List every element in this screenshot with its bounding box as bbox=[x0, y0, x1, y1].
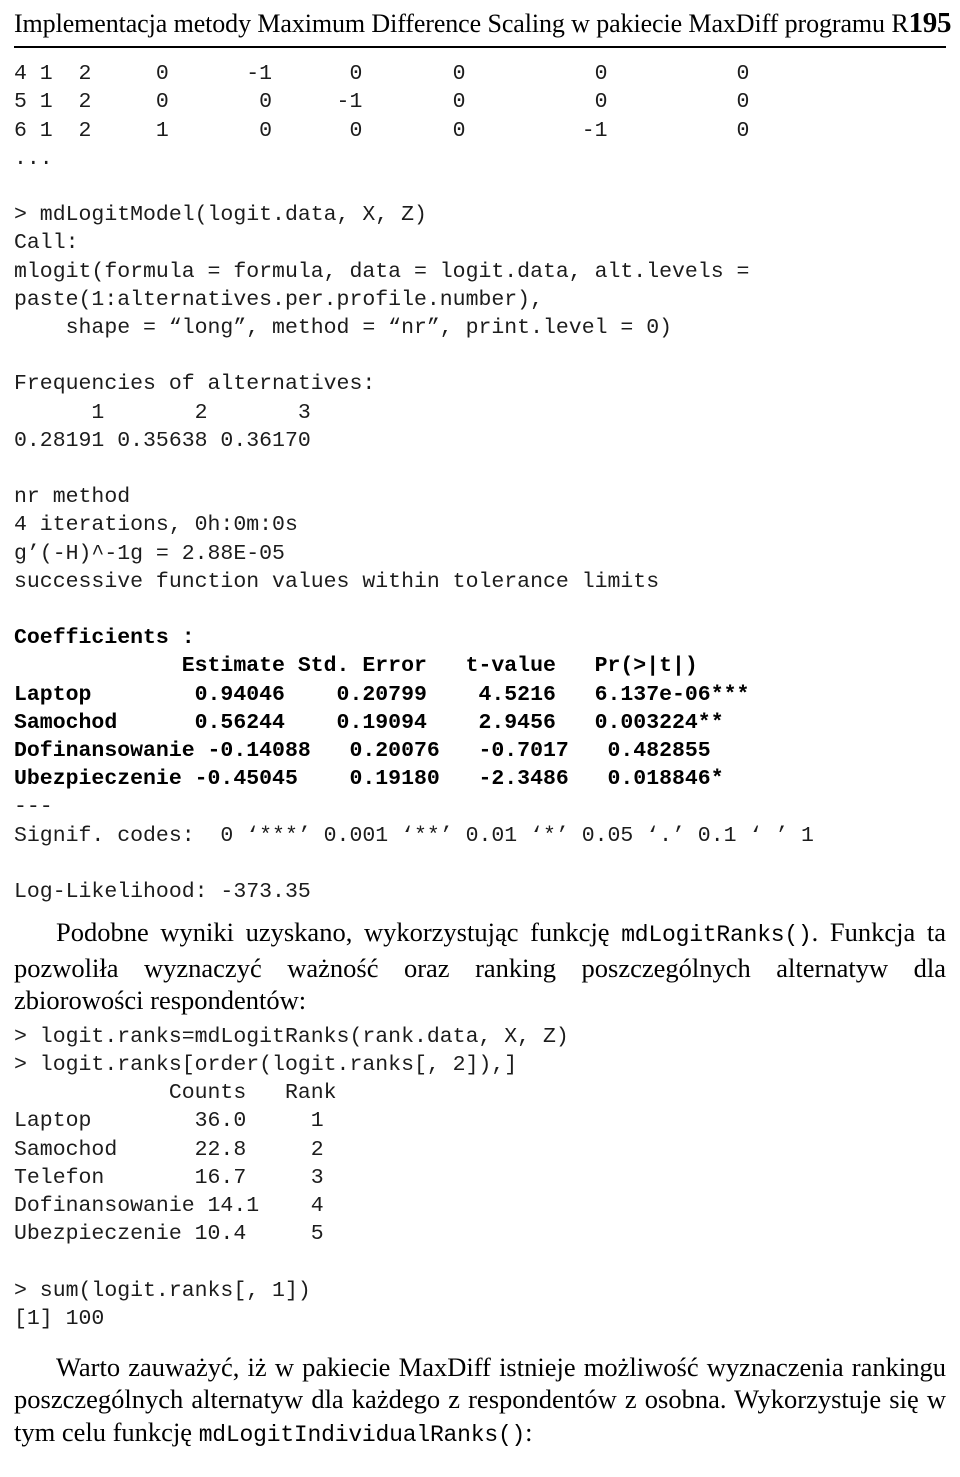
sum-session-block: > sum(logit.ranks[, 1]) [1] 100 bbox=[14, 1277, 946, 1333]
ranks-table-header: Counts Rank bbox=[14, 1081, 337, 1106]
coefficients-header-row: Estimate Std. Error t-value Pr(>|t|) bbox=[14, 654, 698, 679]
running-head: Implementacja metody Maximum Difference … bbox=[14, 0, 951, 40]
coefficients-block: Coefficients : Estimate Std. Error t-val… bbox=[14, 624, 946, 906]
coefficients-rule: --- bbox=[14, 795, 53, 820]
ranks-table-row: Ubezpieczenie 10.4 5 bbox=[14, 1222, 324, 1247]
page-number: 195 bbox=[908, 7, 952, 39]
paragraph-mdlogitranks: Podobne wyniki uzyskano, wykorzystując f… bbox=[14, 916, 946, 1017]
console-output-line: [1] 100 bbox=[14, 1306, 105, 1331]
paragraph-text-lead: Podobne wyniki uzyskano, wykorzystując f… bbox=[56, 917, 622, 948]
console-prompt-line: > logit.ranks[order(logit.ranks[, 2]),] bbox=[14, 1052, 518, 1077]
optimization-block: nr method 4 iterations, 0h:0m:0s g’(-H)^… bbox=[14, 483, 946, 596]
frequencies-label: Frequencies of alternatives: bbox=[14, 372, 376, 397]
paragraph-individual-ranks: Warto zauważyć, iż w pakiecie MaxDiff is… bbox=[14, 1351, 946, 1452]
call-line: paste(1:alternatives.per.profile.number)… bbox=[14, 287, 543, 312]
frequencies-values: 0.28191 0.35638 0.36170 bbox=[14, 428, 311, 453]
coefficients-row: Samochod 0.56244 0.19094 2.9456 0.003224… bbox=[14, 710, 724, 735]
log-likelihood-line: Log-Likelihood: -373.35 bbox=[14, 880, 311, 905]
matrix-ellipsis: ... bbox=[14, 146, 53, 171]
running-head-title: Implementacja metody Maximum Difference … bbox=[14, 9, 909, 38]
ranks-table-row: Laptop 36.0 1 bbox=[14, 1109, 324, 1134]
coefficients-row: Dofinansowanie -0.14088 0.20076 -0.7017 … bbox=[14, 739, 711, 764]
coefficients-row: Laptop 0.94046 0.20799 4.5216 6.137e-06*… bbox=[14, 682, 750, 707]
coefficients-label: Coefficients : bbox=[14, 626, 195, 651]
paragraph-text-tail: : bbox=[525, 1416, 533, 1447]
optimization-gradient: g’(-H)^-1g = 2.88E-05 bbox=[14, 541, 285, 566]
frequencies-header: 1 2 3 bbox=[14, 400, 311, 425]
optimization-method: nr method bbox=[14, 485, 131, 510]
matrix-row: 6 1 2 1 0 0 0 -1 0 bbox=[14, 118, 750, 143]
frequencies-block: Frequencies of alternatives: 1 2 3 0.281… bbox=[14, 370, 946, 455]
ranks-session-block: > logit.ranks=mdLogitRanks(rank.data, X,… bbox=[14, 1023, 946, 1249]
ranks-table-row: Telefon 16.7 3 bbox=[14, 1165, 324, 1190]
matrix-row: 5 1 2 0 0 -1 0 0 0 bbox=[14, 90, 750, 115]
call-line: mlogit(formula = formula, data = logit.d… bbox=[14, 259, 750, 284]
model-call-block: > mdLogitModel(logit.data, X, Z) Call: m… bbox=[14, 201, 946, 342]
call-label: Call: bbox=[14, 231, 79, 256]
console-prompt-line: > logit.ranks=mdLogitRanks(rank.data, X,… bbox=[14, 1024, 569, 1049]
signif-codes-line: Signif. codes: 0 ‘***’ 0.001 ‘**’ 0.01 ‘… bbox=[14, 823, 814, 848]
document-page: Implementacja metody Maximum Difference … bbox=[0, 0, 960, 1477]
inline-code-mdlogitranks: mdLogitRanks() bbox=[621, 922, 812, 949]
data-matrix-block: 4 1 2 0 -1 0 0 0 0 5 1 2 0 0 -1 0 0 0 6 … bbox=[14, 48, 946, 173]
inline-code-mdlogitindividualranks: mdLogitIndividualRanks() bbox=[198, 1421, 526, 1448]
call-line: shape = “long”, method = “nr”, print.lev… bbox=[14, 316, 673, 341]
matrix-row: 4 1 2 0 -1 0 0 0 0 bbox=[14, 62, 750, 87]
optimization-convergence: successive function values within tolera… bbox=[14, 569, 660, 594]
ranks-table-row: Samochod 22.8 2 bbox=[14, 1137, 324, 1162]
optimization-iterations: 4 iterations, 0h:0m:0s bbox=[14, 513, 298, 538]
ranks-table-row: Dofinansowanie 14.1 4 bbox=[14, 1193, 324, 1218]
console-prompt-line: > sum(logit.ranks[, 1]) bbox=[14, 1278, 311, 1303]
console-prompt-line: > mdLogitModel(logit.data, X, Z) bbox=[14, 203, 427, 228]
coefficients-row: Ubezpieczenie -0.45045 0.19180 -2.3486 0… bbox=[14, 767, 724, 792]
